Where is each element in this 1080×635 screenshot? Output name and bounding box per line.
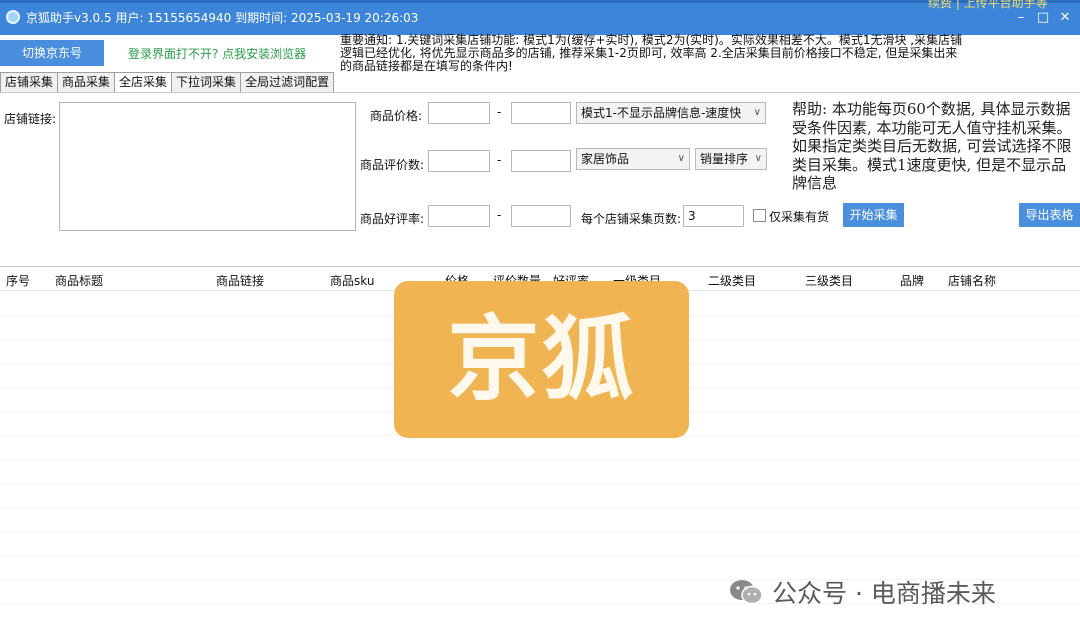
mode-select[interactable]: 模式1-不显示品牌信息-速度快 ∨	[576, 102, 766, 124]
jinghu-logo-overlay: 京狐	[394, 281, 689, 438]
tab-full-store-collect[interactable]: 全店采集	[114, 72, 173, 93]
chevron-down-icon: ∨	[753, 107, 761, 118]
category-select-value: 家居饰品	[581, 152, 630, 166]
store-link-label: 店铺链接:	[4, 112, 57, 126]
sort-select-value: 销量排序	[700, 152, 749, 166]
price-label: 商品价格:	[370, 109, 423, 123]
tab-store-collect[interactable]: 店铺采集	[0, 72, 59, 92]
mode-select-value: 模式1-不显示品牌信息-速度快	[581, 106, 742, 120]
pages-input[interactable]: 3	[683, 205, 744, 227]
column-header[interactable]: 商品sku	[330, 272, 374, 289]
pages-label: 每个店铺采集页数:	[581, 212, 682, 226]
switch-account-button[interactable]: 切换京东号	[0, 40, 104, 66]
column-header[interactable]: 三级类目	[805, 272, 853, 289]
watermark-text: 公众号 · 电商播未来	[772, 579, 996, 608]
tab-product-collect[interactable]: 商品采集	[57, 72, 116, 92]
maximize-icon[interactable]: □	[1034, 9, 1052, 27]
title-top-strip	[0, 0, 1080, 3]
window-title: 京狐助手v3.0.5 用户: 15155654940 到期时间: 2025-03…	[26, 11, 419, 25]
good-rate-label: 商品好评率:	[360, 212, 425, 226]
review-count-label: 商品评价数:	[360, 158, 425, 172]
help-text: 帮助: 本功能每页60个数据, 具体显示数据受条件因素, 本功能可无人值守挂机采…	[792, 100, 1072, 192]
in-stock-checkbox[interactable]	[753, 209, 766, 222]
tab-bar: 店铺采集 商品采集 全店采集 下拉词采集 全局过滤词配置	[0, 72, 335, 93]
tab-dropdown-word-collect[interactable]: 下拉词采集	[171, 72, 242, 92]
column-header[interactable]: 二级类目	[708, 272, 756, 289]
column-header[interactable]: 商品链接	[216, 272, 264, 289]
row-divider	[0, 483, 1080, 484]
minimize-icon[interactable]: –	[1012, 9, 1030, 27]
good-rate-min-input[interactable]	[428, 205, 490, 227]
column-header[interactable]: 商品标题	[55, 272, 103, 289]
category-select[interactable]: 家居饰品 ∨	[576, 148, 690, 170]
close-icon[interactable]: ✕	[1056, 9, 1074, 27]
sort-select[interactable]: 销量排序 ∨	[695, 148, 767, 170]
store-link-textarea[interactable]	[59, 102, 356, 231]
start-collect-button[interactable]: 开始采集	[843, 203, 904, 227]
row-divider	[0, 555, 1080, 556]
good-rate-max-input[interactable]	[511, 205, 571, 227]
tab-divider	[0, 92, 1080, 93]
tab-global-filter-config[interactable]: 全局过滤词配置	[240, 72, 335, 92]
review-count-max-input[interactable]	[511, 150, 571, 172]
range-separator: -	[497, 208, 502, 222]
logo-text: 京狐	[447, 306, 636, 413]
wechat-icon	[728, 578, 764, 606]
price-min-input[interactable]	[428, 102, 490, 124]
install-browser-link[interactable]: 登录界面打不开? 点我安装浏览器	[128, 45, 306, 62]
range-separator: -	[497, 153, 502, 167]
review-count-min-input[interactable]	[428, 150, 490, 172]
notice-line: 的商品链接都是在填写的条件内!	[340, 59, 513, 73]
row-divider	[0, 507, 1080, 508]
important-notice: 重要通知: 1.关键词采集店铺功能: 模式1为(缓存+实时), 模式2为(实时)…	[340, 34, 1070, 73]
title-bar: 京狐助手v3.0.5 用户: 15155654940 到期时间: 2025-03…	[0, 0, 1080, 35]
column-header[interactable]: 品牌	[900, 272, 924, 289]
wechat-watermark: 公众号 · 电商播未来	[728, 576, 996, 608]
range-separator: -	[497, 105, 502, 119]
app-logo-icon	[6, 10, 20, 24]
row-divider	[0, 459, 1080, 460]
row-divider	[0, 531, 1080, 532]
column-header[interactable]: 序号	[6, 272, 30, 289]
export-table-button[interactable]: 导出表格	[1019, 203, 1080, 227]
chevron-down-icon: ∨	[754, 153, 762, 164]
in-stock-label: 仅采集有货	[769, 210, 830, 224]
column-header[interactable]: 店铺名称	[948, 272, 996, 289]
chevron-down-icon: ∨	[677, 153, 685, 164]
price-max-input[interactable]	[511, 102, 571, 124]
